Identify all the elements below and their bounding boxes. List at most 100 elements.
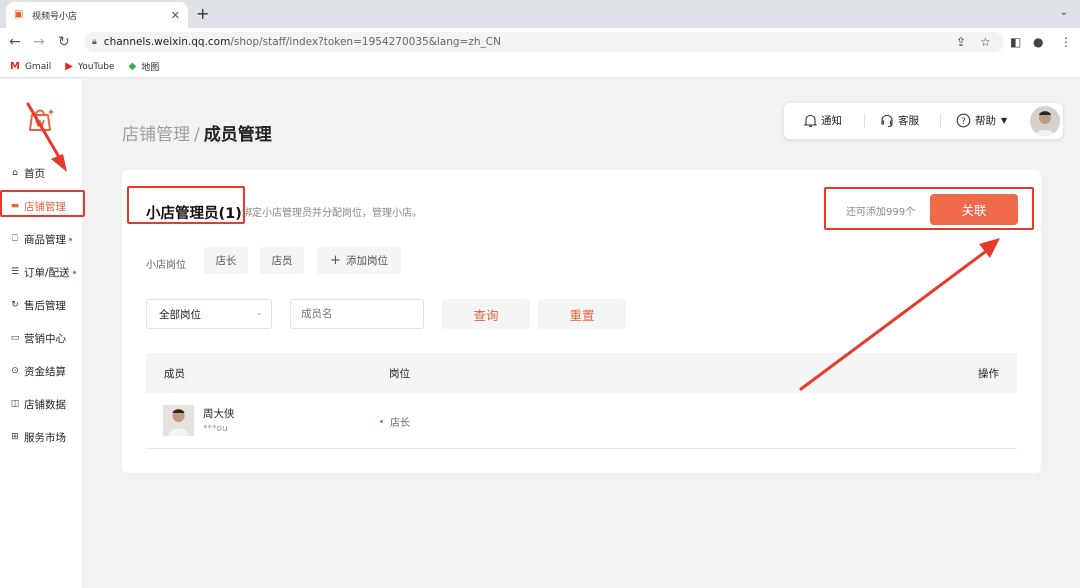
sidebar-item-products[interactable]: ⎕ 商品管理 xyxy=(0,228,82,250)
grid-icon: ⊞ xyxy=(11,432,19,442)
caret-down-icon: ▼ xyxy=(1001,116,1008,125)
divider xyxy=(864,114,865,128)
sidebar: ⌂ 首页 ▬ 店铺管理 ⎕ 商品管理 ☰ 订单/配送 ↻ 售后管理 ▭ 营销中心… xyxy=(0,79,82,588)
notification-dot xyxy=(69,237,72,241)
address-bar[interactable]: 🔒︎ channels.weixin.qq.com/shop/staff/ind… xyxy=(84,32,1004,52)
sidebar-item-label: 订单/配送 xyxy=(24,266,70,279)
svg-text:?: ? xyxy=(961,117,966,127)
help-label: 帮助 xyxy=(975,115,996,127)
sidebar-item-home[interactable]: ⌂ 首页 xyxy=(0,162,82,184)
browser-tab[interactable]: ▣ 视频号小店 ✕ xyxy=(6,2,188,28)
ticket-icon: ▭ xyxy=(10,333,20,343)
add-position-label: 添加岗位 xyxy=(345,255,388,267)
bookmark-gmail[interactable]: M Gmail xyxy=(10,61,51,72)
reset-button[interactable]: 重置 xyxy=(538,299,626,329)
sidebar-item-label: 店铺数据 xyxy=(24,398,66,411)
sidepanel-icon[interactable]: ◧ xyxy=(1010,34,1021,50)
bell-icon xyxy=(804,114,817,127)
headset-icon xyxy=(881,114,893,127)
sidebar-item-after-sales[interactable]: ↻ 售后管理 xyxy=(0,294,82,316)
member-name: 周大侠 xyxy=(203,408,235,420)
bookmark-youtube[interactable]: ▶ YouTube xyxy=(65,61,114,72)
chevron-down-icon: ⌄ xyxy=(255,308,263,318)
shop-favicon-icon: ▣ xyxy=(14,9,24,20)
header-utility-bar: 通知 客服 ? 帮助 ▼ xyxy=(784,103,1063,139)
positions-label: 小店岗位 xyxy=(146,260,186,271)
avatar[interactable] xyxy=(1030,106,1060,136)
column-header-position: 岗位 xyxy=(389,368,410,380)
maps-icon: ◆ xyxy=(128,61,137,72)
annotation-box-sidebar xyxy=(0,190,85,217)
sidebar-item-label: 营销中心 xyxy=(24,332,66,345)
sidebar-item-settlement[interactable]: ⊙ 资金结算 xyxy=(0,360,82,382)
sidebar-item-service-market[interactable]: ⊞ 服务市场 xyxy=(0,426,82,448)
sidebar-item-marketing[interactable]: ▭ 营销中心 xyxy=(0,327,82,349)
member-avatar xyxy=(163,405,194,436)
gmail-icon: M xyxy=(10,61,20,72)
menu-icon[interactable]: ⋮ xyxy=(1060,34,1072,50)
order-icon: ☰ xyxy=(10,267,20,277)
position-chip-manager[interactable]: 店长 xyxy=(204,247,248,274)
divider xyxy=(940,114,941,128)
browser-tabstrip: ▣ 视频号小店 ✕ + ⌄ xyxy=(0,0,1080,28)
forward-icon[interactable]: → xyxy=(33,34,45,50)
table-header: 成员 岗位 操作 xyxy=(146,353,1017,393)
sidebar-item-label: 服务市场 xyxy=(24,431,66,444)
sidebar-item-label: 售后管理 xyxy=(24,299,66,312)
bookmark-label: 地图 xyxy=(141,63,160,73)
home-icon: ⌂ xyxy=(12,168,18,178)
bag-icon: ⎕ xyxy=(12,234,18,244)
url-host: channels.weixin.qq.com xyxy=(103,36,231,48)
close-tab-icon[interactable]: ✕ xyxy=(171,9,180,22)
member-name-input[interactable] xyxy=(290,299,424,329)
sidebar-item-store-data[interactable]: ◫ 店铺数据 xyxy=(0,393,82,415)
table-row: 周大侠 ***ou 店长 xyxy=(146,394,1017,449)
position-select[interactable]: 全部岗位 ⌄ xyxy=(146,299,272,329)
bookmark-label: YouTube xyxy=(77,61,115,72)
coin-icon: ⊙ xyxy=(11,366,19,376)
query-button[interactable]: 查询 xyxy=(442,299,530,329)
bookmark-label: Gmail xyxy=(24,61,52,72)
position-chip-staff[interactable]: 店员 xyxy=(260,247,304,274)
plus-icon: + xyxy=(330,253,341,268)
back-icon[interactable]: ← xyxy=(9,34,21,50)
position-dot xyxy=(380,420,383,423)
member-id: ***ou xyxy=(203,424,228,434)
lock-icon: 🔒︎ xyxy=(92,37,97,47)
breadcrumb-parent[interactable]: 店铺管理 xyxy=(122,125,190,145)
sidebar-item-label: 资金结算 xyxy=(24,365,66,378)
column-header-actions: 操作 xyxy=(978,368,999,380)
chart-icon: ◫ xyxy=(10,399,20,409)
tab-search-chevron-icon[interactable]: ⌄ xyxy=(1060,7,1068,18)
breadcrumb-separator: / xyxy=(194,125,200,145)
member-position: 店长 xyxy=(380,414,410,429)
user-avatar-icon xyxy=(163,405,194,436)
new-tab-icon[interactable]: + xyxy=(196,5,209,23)
position-select-value: 全部岗位 xyxy=(159,308,201,321)
customer-service-button[interactable]: 客服 xyxy=(880,113,919,128)
sidebar-item-orders[interactable]: ☰ 订单/配送 xyxy=(0,261,82,283)
notify-label: 通知 xyxy=(821,115,842,127)
share-icon[interactable]: ⇪ xyxy=(956,34,966,50)
url-path: /shop/staff/index?token=1954270035&lang=… xyxy=(230,36,501,48)
bookmark-maps[interactable]: ◆ 地图 xyxy=(129,60,160,73)
card-description: 绑定小店管理员并分配岗位，管理小店。 xyxy=(242,208,422,219)
shop-logo-icon xyxy=(29,109,54,131)
browser-toolbar: ← → ↻ 🔒︎ channels.weixin.qq.com/shop/sta… xyxy=(0,28,1080,56)
help-button[interactable]: ? 帮助 ▼ xyxy=(956,113,1007,128)
sidebar-item-label: 首页 xyxy=(24,167,45,180)
add-position-button[interactable]: + 添加岗位 xyxy=(317,247,401,274)
reload-icon[interactable]: ↻ xyxy=(58,34,70,50)
service-label: 客服 xyxy=(898,115,919,127)
tab-title: 视频号小店 xyxy=(32,11,78,22)
column-header-member: 成员 xyxy=(164,368,185,380)
refresh-icon: ↻ xyxy=(11,300,19,310)
youtube-icon: ▶ xyxy=(65,61,73,72)
annotation-box-link xyxy=(824,187,1034,230)
bookmark-star-icon[interactable]: ☆ xyxy=(980,34,991,50)
help-circle-icon: ? xyxy=(956,113,971,128)
profile-icon[interactable]: ● xyxy=(1033,34,1043,50)
breadcrumb: 店铺管理 / 成员管理 xyxy=(122,120,272,145)
notify-button[interactable]: 通知 xyxy=(804,113,842,128)
member-position-label: 店长 xyxy=(390,418,410,429)
